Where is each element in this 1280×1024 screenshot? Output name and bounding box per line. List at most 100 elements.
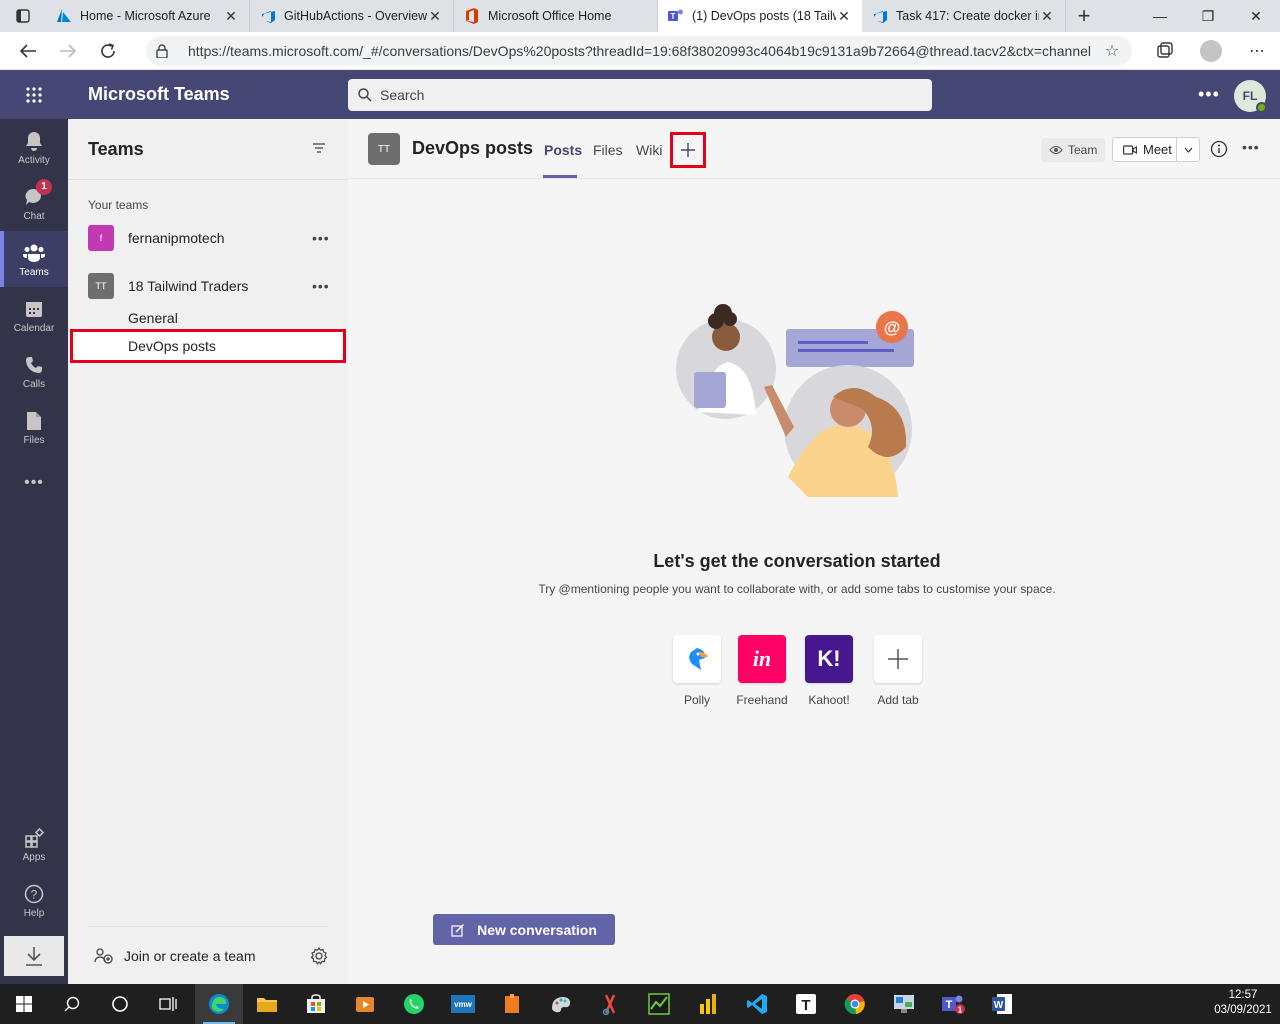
search-input[interactable]: Search	[348, 79, 932, 111]
clock-date: 03/09/2021	[1214, 1004, 1272, 1016]
power-bi-icon[interactable]	[684, 984, 732, 1024]
compose-icon	[451, 923, 465, 937]
meet-now-button[interactable]: Meet	[1113, 138, 1177, 161]
gear-icon[interactable]	[310, 947, 328, 965]
chevron-down-icon[interactable]	[1177, 147, 1199, 153]
add-tab-button[interactable]	[670, 132, 706, 168]
filter-icon[interactable]	[312, 141, 326, 159]
close-tab-icon[interactable]: ✕	[1039, 8, 1055, 25]
browser-toolbar-right: ⋯	[1142, 35, 1280, 67]
tab-wiki[interactable]: Wiki	[636, 142, 662, 158]
file-explorer-icon[interactable]	[243, 984, 291, 1024]
channel-more-options-icon[interactable]: •••	[1242, 139, 1260, 155]
download-app-icon[interactable]	[4, 936, 64, 976]
tab-posts[interactable]: Posts	[544, 142, 582, 158]
plus-icon	[874, 635, 922, 683]
rail-item-calendar[interactable]: Calendar	[0, 287, 68, 343]
app-tile-kahoot[interactable]: K! Kahoot!	[799, 635, 859, 707]
app-launcher-icon[interactable]	[0, 86, 68, 104]
restore-icon[interactable]: ❐	[1184, 0, 1232, 32]
browser-tab-github-actions[interactable]: GitHubActions - Overview ✕	[250, 0, 454, 32]
tab-actions-icon[interactable]	[0, 0, 46, 32]
forward-icon[interactable]	[48, 35, 88, 67]
close-tab-icon[interactable]: ✕	[836, 8, 852, 25]
add-favorite-icon[interactable]: ☆	[1102, 41, 1122, 61]
vscode-icon[interactable]	[733, 984, 781, 1024]
bell-icon	[25, 129, 43, 153]
close-window-icon[interactable]: ✕	[1232, 0, 1280, 32]
new-tab-icon[interactable]: +	[1066, 0, 1102, 32]
edge-browser-icon[interactable]	[195, 984, 243, 1024]
store-icon[interactable]	[292, 984, 340, 1024]
team-privacy-badge[interactable]: Team	[1041, 138, 1106, 162]
app-tile-add-tab[interactable]: Add tab	[868, 635, 928, 707]
rail-item-chat[interactable]: 1 Chat	[0, 175, 68, 231]
avatar[interactable]: FL	[1234, 80, 1267, 113]
phone-icon	[25, 353, 43, 377]
rail-item-calls[interactable]: Calls	[0, 343, 68, 399]
collections-icon[interactable]	[1142, 35, 1188, 67]
join-or-create-team-button[interactable]: Join or create a team	[94, 947, 256, 965]
svg-text:vmw: vmw	[454, 1000, 473, 1009]
new-conversation-button[interactable]: New conversation	[433, 914, 615, 945]
rail-item-teams[interactable]: Teams	[0, 231, 68, 287]
team-more-options-icon[interactable]: •••	[312, 230, 330, 246]
calendar-icon	[25, 297, 43, 321]
tab-files[interactable]: Files	[593, 142, 623, 158]
rail-item-files[interactable]: Files	[0, 399, 68, 455]
media-player-icon[interactable]	[341, 984, 389, 1024]
app-tile-polly[interactable]: Polly	[667, 635, 727, 707]
rail-item-activity[interactable]: Activity	[0, 119, 68, 175]
refresh-icon[interactable]	[88, 35, 128, 67]
whatsapp-icon[interactable]	[390, 984, 438, 1024]
app-tile-freehand[interactable]: in Freehand	[732, 635, 792, 707]
office-app-icon[interactable]	[488, 984, 536, 1024]
profile-icon[interactable]	[1188, 35, 1234, 67]
rail-label: Calendar	[13, 322, 55, 334]
info-icon[interactable]	[1210, 140, 1228, 163]
office-icon	[464, 8, 480, 24]
channel-devops-posts[interactable]: DevOps posts	[70, 329, 346, 363]
typora-icon[interactable]: T	[782, 984, 830, 1024]
channel-title: DevOps posts	[412, 138, 534, 158]
more-options-icon[interactable]: •••	[1198, 84, 1220, 105]
back-icon[interactable]	[8, 35, 48, 67]
kahoot-icon: K!	[805, 635, 853, 683]
browser-tab-azure[interactable]: Home - Microsoft Azure ✕	[46, 0, 250, 32]
browser-tab-task-417[interactable]: Task 417: Create docker image ✕	[862, 0, 1066, 32]
paint-icon[interactable]	[537, 984, 585, 1024]
close-tab-icon[interactable]: ✕	[427, 8, 443, 25]
vmware-icon[interactable]: vmw	[439, 984, 487, 1024]
browser-tab-office[interactable]: Microsoft Office Home	[454, 0, 658, 32]
snip-tool-icon[interactable]	[586, 984, 634, 1024]
windows-start-icon[interactable]	[0, 984, 48, 1024]
devops-icon	[260, 8, 276, 24]
lock-icon[interactable]	[156, 43, 174, 58]
chart-app-icon[interactable]	[635, 984, 683, 1024]
search-icon[interactable]	[48, 984, 96, 1024]
rail-item-help[interactable]: ? Help	[0, 872, 68, 928]
teams-app-icon[interactable]: T1	[929, 984, 977, 1024]
word-icon[interactable]: W	[978, 984, 1026, 1024]
team-fernanipmotech[interactable]: f fernanipmotech •••	[68, 220, 348, 256]
browser-tab-teams[interactable]: T (1) DevOps posts (18 Tailwind Traders)…	[658, 0, 862, 32]
meet-button[interactable]: Meet	[1112, 137, 1200, 162]
team-18-tailwind-traders[interactable]: TT 18 Tailwind Traders •••	[68, 268, 348, 304]
browser-address-bar: https://teams.microsoft.com/_#/conversat…	[0, 32, 1280, 70]
teams-list-panel: Teams Your teams f fernanipmotech ••• TT…	[68, 119, 348, 984]
presence-available-icon	[1256, 102, 1267, 113]
cortana-icon[interactable]	[96, 984, 144, 1024]
chrome-icon[interactable]	[831, 984, 879, 1024]
remote-desktop-icon[interactable]	[880, 984, 928, 1024]
close-tab-icon[interactable]: ✕	[223, 8, 239, 25]
more-apps-icon[interactable]: •••	[0, 455, 68, 511]
task-view-icon[interactable]	[144, 984, 192, 1024]
apps-icon	[24, 826, 44, 850]
search-placeholder: Search	[380, 87, 425, 103]
browser-menu-icon[interactable]: ⋯	[1234, 35, 1280, 67]
url-field[interactable]: https://teams.microsoft.com/_#/conversat…	[146, 35, 1132, 66]
system-clock[interactable]: 12:57 03/09/2021	[1210, 988, 1276, 1018]
minimize-icon[interactable]: —	[1136, 0, 1184, 32]
team-more-options-icon[interactable]: •••	[312, 278, 330, 294]
rail-item-apps[interactable]: Apps	[0, 816, 68, 872]
